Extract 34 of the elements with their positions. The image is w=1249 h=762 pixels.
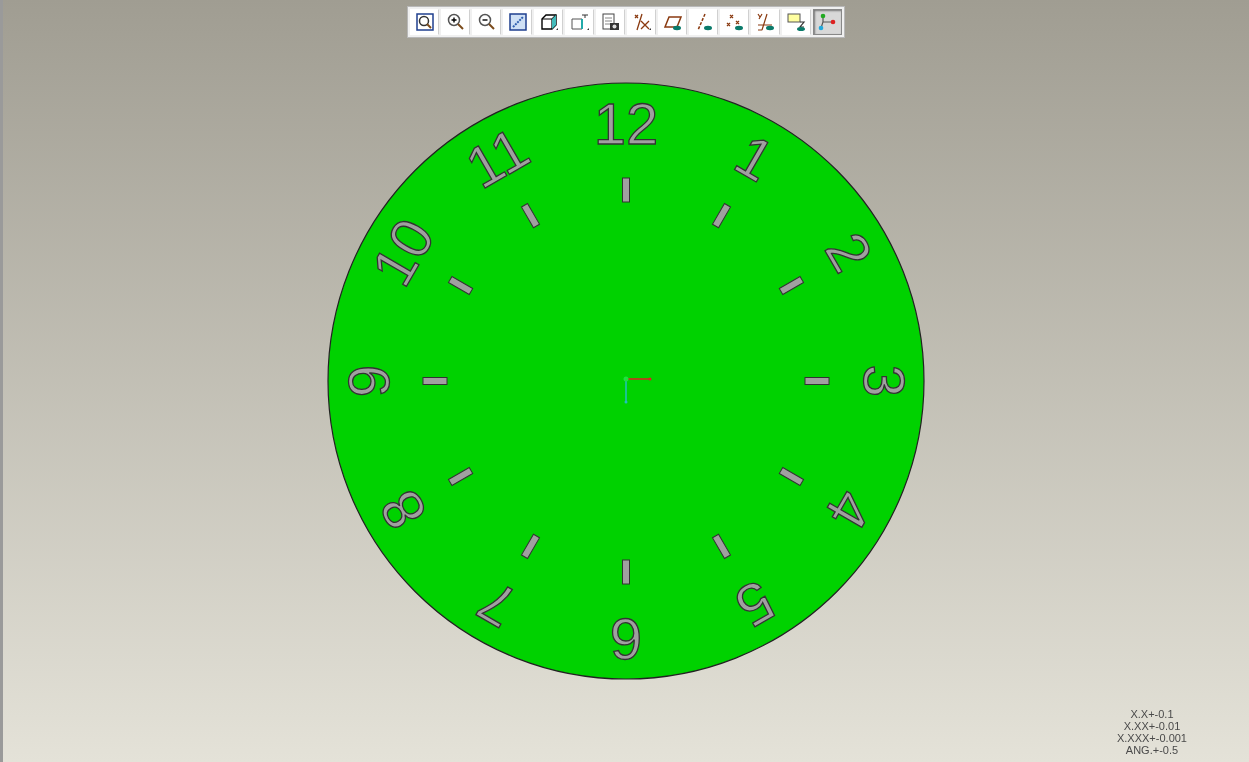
toolbar-button[interactable] [596, 9, 625, 35]
toolbar-button[interactable] [441, 9, 470, 35]
toolbar-button[interactable] [472, 9, 501, 35]
toolbar-button[interactable] [658, 9, 687, 35]
toolbar-button[interactable] [410, 9, 439, 35]
dial-numeral: 10 [358, 207, 447, 297]
tolerance-text: X.XXX+-0.001 [1116, 732, 1187, 744]
tick-mark [622, 559, 630, 585]
toolbar-button[interactable] [503, 9, 532, 35]
tolerance-text: X.X+-0.1 [1130, 708, 1174, 720]
axis-icon [623, 376, 652, 404]
toolbar-icon [568, 11, 591, 33]
dial-numeral: 8 [366, 479, 439, 541]
tick-mark [622, 177, 630, 203]
dial-numeral: 6 [609, 606, 643, 672]
dial-numeral: 2 [813, 221, 886, 283]
toolbar-icon [785, 11, 808, 33]
dial-numeral: 3 [851, 364, 917, 398]
tolerance-text: X.XX+-0.01 [1123, 720, 1181, 732]
dial-numeral: 9 [335, 364, 401, 398]
dial-numeral: 1 [724, 121, 786, 194]
dial-numeral: 11 [454, 114, 540, 201]
toolbar-button[interactable] [627, 9, 656, 35]
tick-mark [422, 377, 448, 385]
toolbar-icon [506, 11, 529, 33]
dial-numeral: 4 [813, 479, 886, 541]
dial-numeral: 12 [593, 90, 659, 156]
dial-numeral: 7 [466, 568, 528, 641]
toolbar-button[interactable] [534, 9, 563, 35]
tolerance-text: ANG.+-0.5 [1125, 744, 1179, 756]
toolbar-icon [599, 11, 622, 33]
dial-numeral: 5 [724, 568, 786, 641]
tick-mark [804, 377, 830, 385]
toolbar-icon [413, 11, 436, 33]
